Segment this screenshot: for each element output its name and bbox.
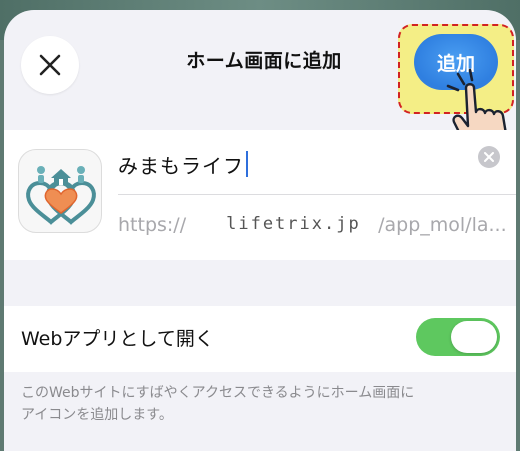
clear-icon: [484, 152, 494, 162]
webapp-label: Webアプリとして開く: [21, 328, 214, 350]
close-icon: [39, 54, 61, 76]
field-divider: [118, 194, 516, 195]
description-line-1: このWebサイトにすばやくアクセスできるようにホーム画面に: [21, 385, 415, 401]
page-title: ホーム画面に追加: [186, 50, 342, 72]
url-prefix: https://: [118, 214, 187, 236]
app-heart-house-icon: [18, 149, 102, 233]
toggle-knob: [451, 321, 497, 353]
clear-text-button[interactable]: [478, 146, 500, 168]
shortcut-card: みまもライフ https:// lifetrix.jp /app_mol/la.…: [4, 130, 516, 260]
description-text: このWebサイトにすばやくアクセスできるようにホーム画面に アイコンを追加します…: [21, 382, 501, 426]
add-to-home-sheet: ホーム画面に追加 追加 みまもライフ https:// lifetrix.jp …: [4, 10, 516, 451]
shortcut-url: https:// lifetrix.jp /app_mol/la...: [118, 208, 508, 242]
shortcut-name-value: みまもライフ: [118, 153, 244, 178]
url-domain: lifetrix.jp: [226, 214, 361, 234]
text-caret: [246, 151, 248, 177]
close-button[interactable]: [21, 36, 79, 94]
description-line-2: アイコンを追加します。: [21, 407, 173, 423]
shortcut-name-input[interactable]: みまもライフ: [118, 146, 438, 182]
url-domain-box: lifetrix.jp: [192, 210, 373, 240]
webapp-row: Webアプリとして開く: [4, 306, 516, 372]
url-suffix: /app_mol/la...: [378, 214, 507, 236]
webapp-toggle[interactable]: [416, 318, 500, 356]
sheet-header: ホーム画面に追加 追加: [4, 10, 516, 156]
